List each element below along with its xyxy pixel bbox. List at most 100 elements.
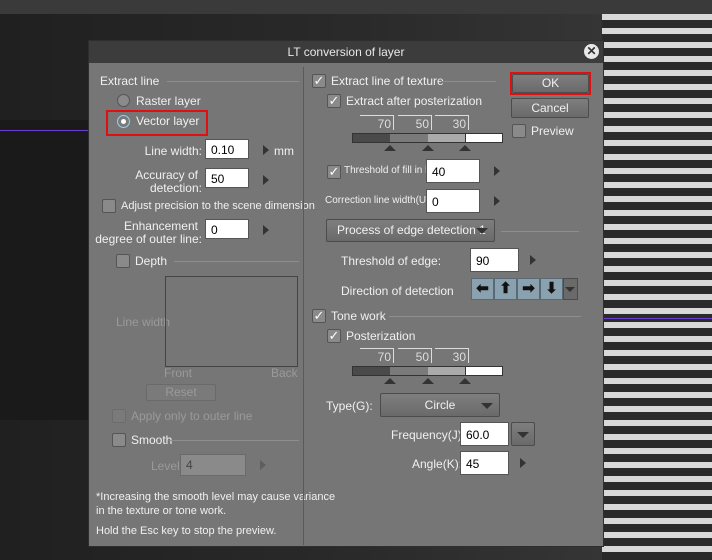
preview-checkbox[interactable] (512, 124, 526, 138)
threshold-edge-arrow[interactable] (530, 255, 536, 265)
tone-posterization-slider[interactable]: 70 50 30 (352, 348, 503, 398)
divider (169, 440, 299, 441)
enhancement-slider-arrow[interactable] (263, 225, 269, 235)
handle-30[interactable] (459, 378, 471, 384)
enhancement-input[interactable]: 0 (205, 219, 249, 239)
divider (174, 261, 299, 262)
vector-layer-label: Vector layer (136, 114, 200, 128)
posterization-checkbox[interactable]: ✓ (327, 329, 341, 343)
threshold-edge-label: Threshold of edge: (341, 254, 442, 268)
lt-conversion-dialog: LT conversion of layer ✕ Extract line Ra… (88, 40, 604, 547)
chevron-down-icon (481, 403, 493, 409)
accuracy-label-2: detection: (149, 181, 202, 195)
handle-50[interactable] (422, 378, 434, 384)
depth-checkbox[interactable] (116, 254, 130, 268)
extract-after-posterization-checkbox[interactable]: ✓ (327, 94, 341, 108)
level-input[interactable]: 4 (180, 454, 246, 476)
level-slider-arrow[interactable] (260, 460, 266, 470)
extract-line-heading: Extract line (100, 74, 160, 88)
note-text: in the texture or tone work. (96, 505, 227, 517)
dialog-title: LT conversion of layer (287, 45, 405, 59)
close-icon[interactable]: ✕ (584, 44, 599, 59)
tone-work-checkbox[interactable]: ✓ (312, 309, 326, 323)
threshold-edge-input[interactable]: 90 (470, 248, 519, 272)
apply-outer-label: Apply only to outer line (131, 409, 253, 423)
edge-process-value: Process of edge detection 1 (337, 223, 486, 237)
arrow-down-icon[interactable]: ⬇ (540, 278, 563, 300)
cancel-button[interactable]: Cancel (511, 98, 589, 118)
arrow-up-icon[interactable]: ⬆ (494, 278, 517, 300)
column-divider (303, 67, 304, 545)
edge-process-dropdown[interactable]: Process of edge detection 1 (326, 219, 495, 242)
direction-dropdown[interactable] (563, 278, 578, 300)
line-width-input[interactable]: 0.10 (205, 139, 249, 159)
enhancement-label: Enhancement (123, 219, 198, 233)
posterization-label: Posterization (346, 329, 416, 343)
texture-posterization-slider[interactable]: 70 50 30 (352, 115, 503, 165)
highlight-box (510, 72, 591, 95)
raster-layer-radio[interactable] (117, 94, 130, 107)
divider (389, 316, 581, 317)
extract-texture-checkbox[interactable]: ✓ (312, 74, 326, 88)
note-text: Hold the Esc key to stop the preview. (96, 525, 277, 537)
correction-line-width-input[interactable]: 0 (426, 189, 480, 213)
frequency-label: Frequency(J): (391, 428, 466, 442)
dialog-titlebar[interactable]: LT conversion of layer ✕ (89, 41, 603, 63)
line-width-slider-arrow[interactable] (263, 145, 269, 155)
guide-line (0, 130, 88, 131)
threshold-fill-arrow[interactable] (494, 166, 500, 176)
frequency-dropdown[interactable] (511, 422, 535, 446)
type-dropdown[interactable]: Circle (380, 393, 500, 417)
chevron-down-icon (476, 228, 488, 234)
adjust-precision-label: Adjust precision to the scene dimension (121, 200, 315, 212)
depth-back-label: Back (271, 366, 298, 380)
correction-line-width-label: Correction line width(U): (325, 195, 433, 206)
arrow-right-icon[interactable]: ➡ (517, 278, 540, 300)
apply-outer-checkbox[interactable] (112, 409, 126, 423)
reset-button[interactable]: Reset (146, 384, 216, 401)
vector-layer-radio[interactable] (117, 115, 130, 128)
level-50: 50 (398, 348, 432, 364)
depth-graph[interactable] (165, 276, 298, 367)
extract-after-posterization-label: Extract after posterization (346, 94, 483, 108)
angle-input[interactable]: 45 (460, 451, 509, 475)
divider (441, 81, 496, 82)
accuracy-slider-arrow[interactable] (263, 175, 269, 185)
level-label: Level: (151, 459, 184, 473)
level-50: 50 (398, 115, 432, 131)
arrow-left-icon[interactable]: ⬅ (471, 278, 494, 300)
handle-70[interactable] (384, 378, 396, 384)
tone-work-label: Tone work (331, 309, 386, 323)
handle-50[interactable] (422, 145, 434, 151)
handle-70[interactable] (384, 145, 396, 151)
angle-label: Angle(K): (412, 457, 463, 471)
level-30: 30 (435, 115, 469, 131)
depth-label: Depth (135, 254, 168, 268)
level-70: 70 (360, 348, 394, 364)
accuracy-label: Accuracy of (135, 168, 198, 182)
correction-arrow[interactable] (494, 196, 500, 206)
extract-texture-label: Extract line of texture (331, 74, 444, 88)
adjust-precision-checkbox[interactable] (102, 199, 116, 213)
accuracy-input[interactable]: 50 (205, 168, 249, 188)
scene-left (0, 120, 88, 420)
chevron-down-icon (517, 432, 529, 438)
chevron-down-icon (565, 287, 575, 292)
raster-layer-label: Raster layer (136, 94, 201, 108)
enhancement-label-2: degree of outer line: (95, 232, 202, 246)
frequency-input[interactable]: 60.0 (460, 422, 509, 446)
note-text: *Increasing the smooth level may cause v… (96, 491, 336, 503)
handle-30[interactable] (459, 145, 471, 151)
line-width-unit: mm (274, 144, 294, 158)
type-value: Circle (424, 398, 456, 412)
preview-label: Preview (531, 124, 574, 138)
threshold-fill-checkbox[interactable]: ✓ (327, 165, 341, 179)
divider (501, 231, 579, 232)
depth-front-label: Front (164, 366, 193, 380)
threshold-fill-label: Threshold of fill in blac (344, 165, 426, 176)
divider (167, 81, 299, 82)
smooth-checkbox[interactable] (112, 433, 126, 447)
depth-line-width-label: Line width (116, 315, 171, 329)
angle-slider-arrow[interactable] (520, 458, 526, 468)
threshold-fill-input[interactable]: 40 (426, 159, 480, 183)
